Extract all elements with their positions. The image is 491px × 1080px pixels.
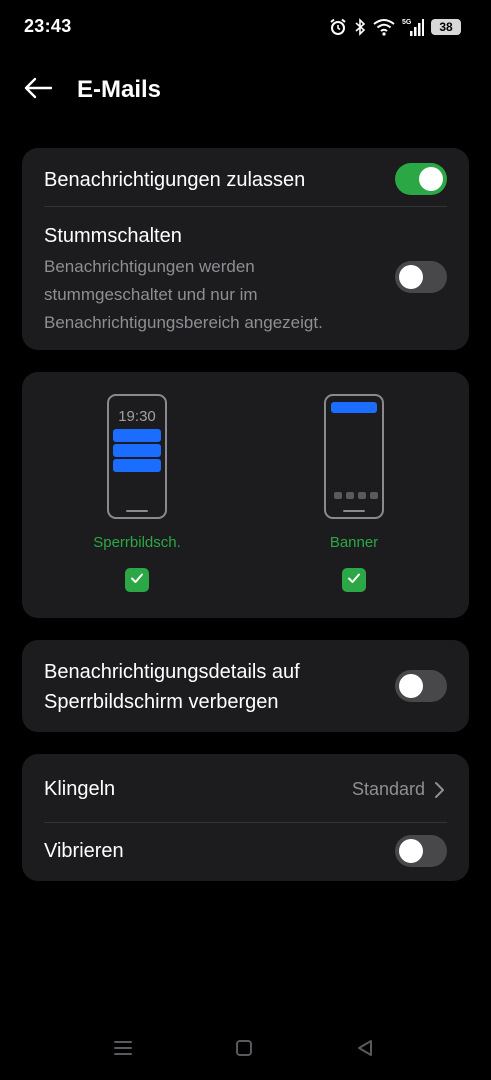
ringtone-value: Standard <box>351 779 425 799</box>
notification-preview <box>113 429 161 442</box>
home-indicator <box>343 510 365 512</box>
wifi-icon <box>373 18 395 36</box>
header: E-Mails <box>0 60 491 120</box>
home-button[interactable] <box>231 1037 257 1063</box>
divider <box>44 822 447 823</box>
page-title: E-Mails <box>77 76 162 103</box>
ringtone-label: Klingeln <box>44 778 116 800</box>
toggle-knob <box>399 839 423 863</box>
hide-details-toggle[interactable] <box>395 670 447 702</box>
vibrate-toggle[interactable] <box>395 835 447 867</box>
notification-styles-card: 19:30 Sperrbildsch. Banner <box>22 372 469 618</box>
notification-preview <box>113 444 161 457</box>
back-button[interactable] <box>22 74 54 106</box>
screen: 23:43 5G 38 E-Mails Benachrichtigungen z… <box>0 0 491 1080</box>
home-icon <box>235 1039 253 1062</box>
status-time: 23:43 <box>24 16 72 36</box>
lockscreen-preview-time: 19:30 <box>118 408 156 425</box>
details-card: Benachrichtigungsdetails auf Sperrbildsc… <box>22 640 469 732</box>
banner-checkbox[interactable] <box>342 568 366 592</box>
mute-description: Benachrichtigungen werden stummgeschalte… <box>44 257 323 332</box>
vibrate-label: Vibrieren <box>44 840 124 862</box>
back-icon <box>356 1039 374 1062</box>
banner-label: Banner <box>329 534 379 551</box>
arrow-left-icon <box>23 76 53 105</box>
allow-notifications-label: Benachrichtigungen zulassen <box>44 169 306 191</box>
mute-label: Stummschalten <box>44 225 182 247</box>
hide-details-label: Benachrichtigungsdetails auf Sperrbildsc… <box>44 661 300 713</box>
checkmark-icon <box>346 570 362 591</box>
checkmark-icon <box>129 570 145 591</box>
5g-signal-icon: 5G <box>402 17 424 37</box>
home-indicator <box>126 510 148 512</box>
toggle-knob <box>399 265 423 289</box>
svg-text:5G: 5G <box>402 19 412 26</box>
notifications-card: Benachrichtigungen zulassen Stummschalte… <box>22 148 469 350</box>
banner-preview[interactable] <box>324 394 384 519</box>
toggle-knob <box>419 167 443 191</box>
battery-icon: 38 <box>431 19 461 35</box>
menu-icon <box>113 1039 133 1062</box>
menu-button[interactable] <box>110 1037 136 1063</box>
lockscreen-checkbox[interactable] <box>125 568 149 592</box>
toggle-knob <box>399 674 423 698</box>
lockscreen-label: Sperrbildsch. <box>93 534 181 551</box>
notification-preview <box>113 459 161 472</box>
status-icons: 5G 38 <box>329 14 461 40</box>
ringtone-row[interactable]: Klingeln Standard <box>22 754 469 822</box>
banner-notification-preview <box>331 402 377 413</box>
bluetooth-icon <box>354 18 366 36</box>
sound-card: Klingeln Standard Vibrieren <box>22 754 469 881</box>
chevron-right-icon <box>433 780 445 805</box>
divider <box>44 206 447 207</box>
nav-back-button[interactable] <box>352 1037 378 1063</box>
status-bar: 23:43 5G 38 <box>0 0 491 56</box>
allow-notifications-toggle[interactable] <box>395 163 447 195</box>
mute-toggle[interactable] <box>395 261 447 293</box>
lockscreen-preview[interactable]: 19:30 <box>107 394 167 519</box>
navigation-bar <box>0 1025 491 1075</box>
dock-preview <box>334 492 378 499</box>
alarm-icon <box>329 18 347 36</box>
